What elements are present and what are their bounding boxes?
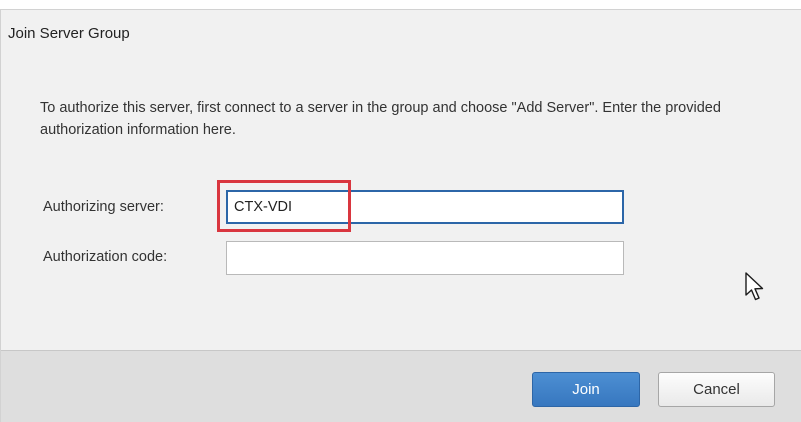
authorizing-server-input[interactable]: [226, 190, 624, 224]
authorizing-server-label: Authorizing server:: [43, 199, 164, 215]
dialog-title: Join Server Group: [8, 25, 130, 42]
join-button[interactable]: Join: [532, 372, 640, 407]
authorization-code-label: Authorization code:: [43, 249, 168, 265]
dialog-description: To authorize this server, first connect …: [40, 100, 721, 138]
authorization-code-input[interactable]: [226, 241, 624, 275]
cancel-button[interactable]: Cancel: [658, 372, 775, 407]
mouse-pointer-icon: [745, 272, 764, 301]
screen: Join Server Group To authorize this serv…: [0, 0, 801, 422]
